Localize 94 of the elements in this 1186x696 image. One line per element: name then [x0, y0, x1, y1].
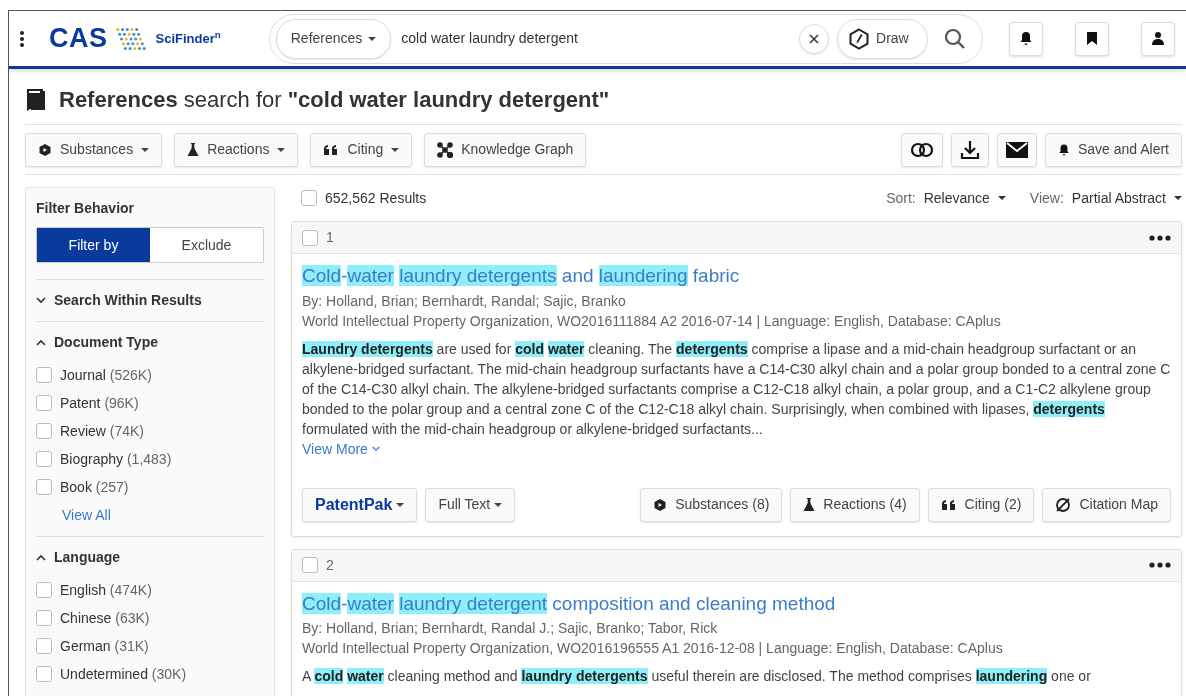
search-type-dropdown[interactable]: References — [275, 18, 392, 59]
bell-icon — [1057, 142, 1070, 157]
bookmarks-button[interactable] — [1074, 21, 1109, 56]
result-source: World Intellectual Property Organization, WO2016196555 A1 2016-12-08 | Language: English, Database: CAplus — [302, 639, 1004, 658]
checkbox[interactable] — [36, 479, 52, 495]
filter-option-label[interactable]: Journal (526K) — [60, 364, 152, 386]
view-more-link[interactable]: View More — [302, 438, 380, 460]
checkbox[interactable] — [36, 423, 52, 439]
checkbox[interactable] — [36, 367, 52, 383]
results-count: 652,562 Results — [325, 188, 427, 208]
save-and-alert-button[interactable]: Save and Alert — [1044, 132, 1182, 167]
result-number: 1 — [326, 228, 334, 247]
page-title: References search for "cold water laundry detergent" — [59, 86, 610, 114]
filter-section-toggle[interactable]: Document Type — [36, 332, 264, 353]
citation-map-button[interactable]: Citation Map — [1042, 487, 1171, 522]
more-options-icon[interactable] — [1149, 234, 1171, 241]
flask-icon — [187, 142, 200, 157]
filter-option-label[interactable]: Undetermined (30K) — [60, 663, 187, 685]
clear-button[interactable] — [799, 23, 830, 54]
view-all-link[interactable]: View All — [62, 505, 111, 526]
quote-icon — [323, 143, 340, 156]
reaction-menu-button[interactable]: Reactions — [174, 132, 299, 167]
sort-label: Sort: — [886, 188, 916, 208]
network-icon — [437, 141, 454, 158]
patentpak-button[interactable]: PatentPak — [302, 487, 418, 522]
citing-button[interactable]: Citing (2) — [927, 487, 1035, 522]
view-label: View: — [1029, 188, 1064, 208]
envelope-icon — [1005, 141, 1028, 158]
filter-option-label[interactable]: Biography (1,483) — [60, 448, 172, 470]
hexagon-icon — [653, 497, 668, 512]
filter-section-toggle[interactable]: Search Within Results — [36, 290, 264, 311]
email-button[interactable] — [996, 132, 1037, 167]
crossed-circle-icon — [1055, 496, 1072, 513]
checkbox[interactable] — [36, 451, 52, 467]
search-field[interactable]: cold water laundry detergent — [399, 27, 800, 50]
product-name: SciFinder$^{n}$ — [155, 28, 221, 48]
notifications-button[interactable] — [1008, 21, 1043, 56]
filter-option-label[interactable]: English (474K) — [60, 579, 152, 601]
substance-button[interactable]: Substances (8) — [640, 487, 783, 522]
hexagon-icon — [38, 142, 52, 157]
account-button[interactable] — [1140, 21, 1175, 56]
person-icon — [1150, 31, 1165, 46]
brand-logo-text: CAS — [49, 22, 108, 56]
book-icon — [25, 87, 47, 112]
checkbox[interactable] — [36, 610, 52, 626]
result-source: World Intellectual Property Organization, WO2016111884 A2 2016-07-14 | Language: English, Database: CAplus — [302, 311, 1002, 331]
download-icon — [959, 139, 980, 160]
result-number: 2 — [326, 555, 334, 575]
checkbox[interactable] — [36, 638, 52, 654]
checkbox[interactable] — [36, 582, 52, 598]
view-dropdown[interactable]: Partial Abstract — [1071, 187, 1182, 209]
sort-dropdown[interactable]: Relevance — [923, 187, 1006, 209]
checkbox[interactable] — [36, 666, 52, 682]
bell-icon — [1018, 31, 1033, 46]
checkbox[interactable] — [301, 190, 317, 206]
download-button[interactable] — [950, 132, 989, 167]
more-options-icon[interactable] — [1149, 562, 1171, 568]
pencil-hexagon-icon — [848, 27, 871, 50]
result-authors: By: Holland, Brian; Bernhardt, Randal J.; Sajic, Branko; Tabor, Rick — [302, 619, 719, 638]
combine-button[interactable] — [900, 132, 943, 167]
reaction-button[interactable]: Reactions (4) — [790, 487, 920, 522]
substance-menu-button[interactable]: Substances — [25, 132, 163, 167]
result-abstract: A cold water cleaning method and laundry detergents useful therein are disclosed. The method comprises laundering one or — [302, 667, 1092, 686]
caret-icon — [368, 36, 377, 41]
full-text-button[interactable]: Full Text — [425, 487, 516, 522]
filter-option-label[interactable]: Patent (96K) — [60, 392, 139, 414]
checkbox[interactable] — [302, 557, 318, 573]
filter-mode-tab[interactable]: Exclude — [150, 228, 263, 262]
draw-button[interactable]: Draw — [837, 18, 928, 59]
overlapping-circles-icon — [909, 141, 934, 158]
filter-mode-tab[interactable]: Filter by — [37, 228, 150, 262]
menu-icon — [19, 29, 25, 48]
caret-icon — [997, 196, 1006, 200]
filter-option-label[interactable]: German (31K) — [60, 635, 149, 657]
bookmark-icon — [1084, 31, 1099, 46]
quote-icon — [940, 498, 957, 511]
citing-menu-button[interactable]: Citing — [310, 132, 413, 167]
result-title-link[interactable]: Cold-water laundry detergents and laundering fabric — [302, 262, 1171, 291]
result-title-link[interactable]: Cold-water laundry detergent composition and cleaning method — [302, 589, 1171, 618]
result-abstract: Laundry detergents are used for cold water cleaning. The detergents comprise a lipase and a mid-chain headgroup surfactant or an alkylene-bridged surfactant. The mid-chain headgroup surfactants have a C14-C30 alkyl chain and a polar group bonded to a central zone C of the C14-C30 alkyl chain. The alkylene-bridged surfactants comprise a C12-C18 alkyl chain, a polar group, and a C1-C2 alkylene group bonded to the polar group and a central zone C of the C12-C18 alkyl chain. Surprisingly, when combined with lipases, detergents formulated with the mid-chain headgroup or alkylene-bridged surfactants... — [302, 339, 1171, 439]
flask-icon — [803, 497, 816, 512]
checkbox[interactable] — [36, 395, 52, 411]
close-icon — [809, 33, 820, 44]
filter-section-toggle[interactable]: Language — [36, 547, 264, 568]
filter-option-label[interactable]: Chinese (63K) — [60, 607, 150, 629]
filter-option-label[interactable]: Review (74K) — [60, 420, 145, 442]
graph-menu-button[interactable]: Knowledge Graph — [424, 132, 587, 167]
caret-icon — [1174, 196, 1182, 200]
filter-behavior-heading: Filter Behavior — [36, 199, 136, 218]
chevron-down-icon — [371, 446, 380, 452]
search-icon[interactable] — [943, 27, 966, 50]
result-authors: By: Holland, Brian; Bernhardt, Randal; Sajic, Branko — [302, 291, 627, 311]
checkbox[interactable] — [302, 229, 318, 246]
filter-option-label[interactable]: Book (257) — [60, 476, 129, 498]
